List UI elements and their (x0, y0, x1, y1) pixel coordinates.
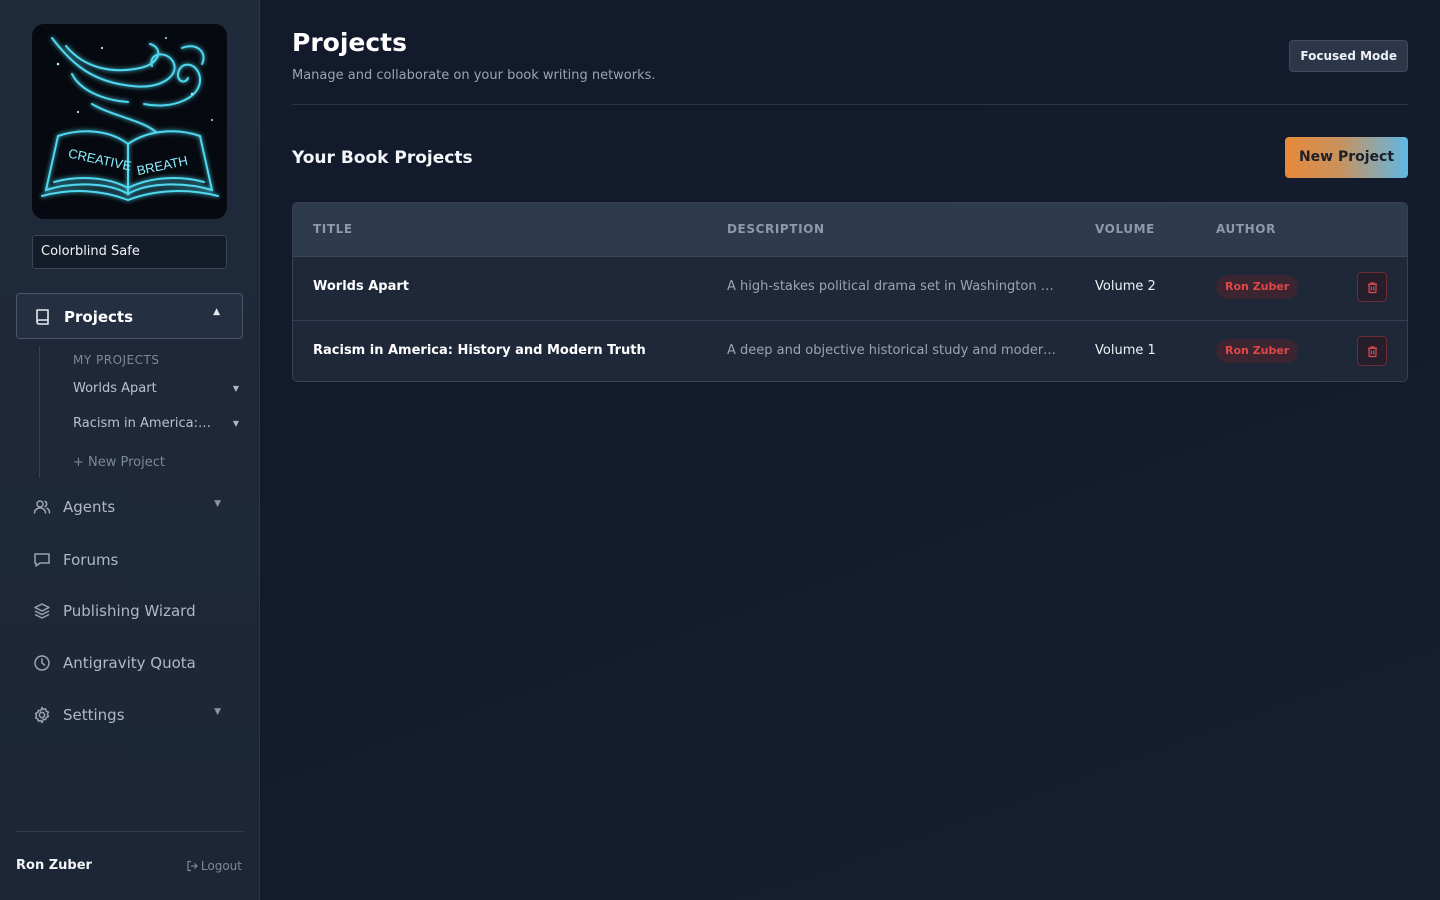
creative-breath-logo-icon: CREATIVE BREATH (41, 37, 219, 202)
project-title[interactable]: Racism in America: History and Modern Tr… (313, 343, 646, 358)
clock-icon (32, 653, 52, 673)
project-volume: Volume 1 (1095, 343, 1156, 358)
author-badge: Ron Zuber (1216, 339, 1299, 363)
logo-word-breath: BREATH (135, 153, 189, 178)
nav-projects[interactable]: Projects ▲ (16, 293, 243, 339)
page-subtitle: Manage and collaborate on your book writ… (292, 68, 656, 83)
chat-icon (32, 550, 52, 570)
nav-settings-label: Settings (63, 706, 125, 724)
nav-antigravity-quota[interactable]: Antigravity Quota (16, 640, 243, 686)
nav-publishing-label: Publishing Wizard (63, 602, 196, 620)
logout-label: Logout (200, 859, 242, 873)
sidebar-divider (16, 831, 243, 832)
subnav-project-label: Worlds Apart (73, 381, 157, 396)
section-title: Your Book Projects (292, 148, 473, 168)
nav-settings[interactable]: Settings ▼ (16, 692, 243, 738)
chevron-up-icon: ▲ (213, 307, 220, 317)
header-divider (292, 104, 1408, 105)
delete-project-button[interactable] (1357, 336, 1387, 366)
nav-publishing-wizard[interactable]: Publishing Wizard (16, 588, 243, 634)
project-volume: Volume 2 (1095, 279, 1156, 294)
nav-forums-label: Forums (63, 551, 119, 569)
book-icon (33, 307, 53, 327)
delete-project-button[interactable] (1357, 272, 1387, 302)
chevron-down-icon[interactable]: ▼ (233, 384, 239, 393)
gear-icon (32, 705, 52, 725)
nav-agents[interactable]: Agents ▼ (16, 484, 243, 530)
current-user-name: Ron Zuber (16, 858, 92, 873)
app-logo[interactable]: CREATIVE BREATH (32, 24, 227, 219)
table-header: TITLE DESCRIPTION VOLUME AUTHOR (293, 203, 1407, 257)
layers-icon (32, 601, 52, 621)
subnav-project-item[interactable]: Worlds Apart ▼ (73, 381, 243, 396)
column-header-volume: VOLUME (1095, 222, 1155, 236)
subnav-project-item[interactable]: Racism in America: History and Modern Tr… (73, 416, 243, 431)
nav-forums[interactable]: Forums (16, 537, 243, 583)
sidebar: CREATIVE BREATH Colorblind Safe Projects… (0, 0, 260, 900)
project-title[interactable]: Worlds Apart (313, 279, 409, 294)
logout-icon (187, 860, 198, 872)
chevron-down-icon: ▼ (214, 499, 221, 509)
chevron-down-icon[interactable]: ▼ (233, 419, 239, 428)
my-projects-heading: MY PROJECTS (73, 353, 160, 367)
nav-quota-label: Antigravity Quota (63, 654, 196, 672)
trash-icon (1367, 281, 1377, 293)
chevron-down-icon: ▼ (214, 707, 221, 717)
column-header-author: AUTHOR (1216, 222, 1276, 236)
project-description: A deep and objective historical study an… (727, 343, 1057, 358)
theme-select[interactable]: Colorblind Safe (32, 235, 227, 269)
table-row[interactable]: Worlds Apart A high-stakes political dra… (293, 257, 1407, 319)
project-description: A high-stakes political drama set in Was… (727, 279, 1057, 294)
column-header-description: DESCRIPTION (727, 222, 825, 236)
nav-projects-label: Projects (64, 308, 134, 326)
subnav-project-label: Racism in America: History and Modern Tr… (73, 416, 213, 431)
table-row[interactable]: Racism in America: History and Modern Tr… (293, 320, 1407, 381)
logo-word-creative: CREATIVE (67, 146, 133, 174)
trash-icon (1367, 345, 1377, 357)
focused-mode-button[interactable]: Focused Mode (1289, 40, 1408, 72)
subnav-new-project-link[interactable]: + New Project (73, 455, 165, 470)
new-project-button[interactable]: New Project (1285, 137, 1408, 178)
logout-button[interactable]: Logout (186, 859, 242, 873)
nav-agents-label: Agents (63, 498, 116, 516)
main-content: Projects Manage and collaborate on your … (260, 0, 1440, 900)
column-header-title: TITLE (313, 222, 353, 236)
projects-table: TITLE DESCRIPTION VOLUME AUTHOR Worlds A… (292, 202, 1408, 382)
page-title: Projects (292, 28, 408, 57)
projects-subnav: MY PROJECTS Worlds Apart ▼ Racism in Ame… (39, 346, 243, 478)
users-icon (32, 497, 52, 517)
author-badge: Ron Zuber (1216, 275, 1299, 299)
